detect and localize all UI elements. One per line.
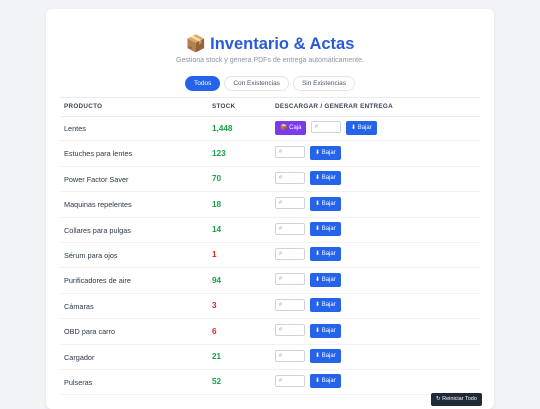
page-subtitle: Gestiona stock y genera PDFs de entrega … [176,57,364,64]
bajar-button[interactable]: ⬇ Bajar [310,298,341,313]
quantity-input[interactable]: # [275,374,305,387]
bajar-button[interactable]: ⬇ Bajar [310,349,341,364]
table-row: Collares para pulgas 14 # ⬇ Bajar [60,218,480,243]
bajar-button[interactable]: ⬇ Bajar [310,323,341,338]
filter-todos[interactable]: Todos [184,76,221,91]
bajar-button[interactable]: ⬇ Bajar [310,196,341,211]
table-row: Estuches para lentes 123 # ⬇ Bajar [60,141,480,167]
stock-value: 18 [212,199,222,209]
table-body: Lentes 1,448 📦 Caja # ⬇ Bajar Estuches para l… [60,116,480,396]
product-name: Purificadores de aire [64,276,131,286]
page-title: 📦 Inventario & Actas [46,35,494,54]
table-row: OBD para carro 6 # ⬇ Bajar [60,319,480,345]
table-header: PRODUCTO STOCK DESCARGAR / GENERAR ENTRE… [60,97,480,117]
table-row: Lentes 1,448 📦 Caja # ⬇ Bajar [60,116,480,142]
column-producto: PRODUCTO [64,103,103,110]
stock-value: 14 [212,225,222,235]
table-row: Pulseras 52 # ⬇ Bajar [60,370,480,396]
product-name: Estuches para lentes [64,149,133,159]
bajar-button[interactable]: ⬇ Bajar [310,374,341,389]
product-name: Sérum para ojos [64,250,118,260]
stock-value: 1,448 [212,123,233,133]
filter-con-existencias[interactable]: Con Existencias [224,76,289,91]
table-row: Sérum para ojos 1 # ⬇ Bajar [60,243,480,269]
quantity-input[interactable]: # [275,324,305,337]
stock-value: 123 [212,148,226,158]
product-name: Cámaras [64,301,94,311]
bajar-button[interactable]: ⬇ Bajar [310,171,341,186]
stock-value: 3 [212,301,217,311]
quantity-input[interactable]: # [275,171,305,184]
stock-value: 52 [212,377,222,387]
product-name: OBD para carro [64,327,116,337]
quantity-input[interactable]: # [275,247,305,260]
quantity-input[interactable]: # [275,298,305,311]
quantity-input[interactable]: # [275,273,305,286]
quantity-input[interactable]: # [275,146,305,159]
product-name: Power Factor Saver [64,174,129,184]
quantity-input[interactable]: # [275,349,305,362]
table-row: Cámaras 3 # ⬇ Bajar [60,294,480,320]
column-descargar: DESCARGAR / GENERAR ENTREGA [275,103,393,110]
product-name: Collares para pulgas [64,225,131,235]
bajar-button[interactable]: ⬇ Bajar [310,222,341,237]
stock-value: 70 [212,174,222,184]
bajar-button[interactable]: ⬇ Bajar [310,247,341,262]
product-name: Lentes [64,124,86,133]
product-name: Pulseras [64,377,93,387]
package-icon: 📦 [185,35,207,53]
page-title-text: Inventario & Actas [210,35,355,53]
table-row: Maquinas repelentes 18 # ⬇ Bajar [60,192,480,218]
table-row: Power Factor Saver 70 # ⬇ Bajar [60,167,480,193]
quantity-input[interactable]: # [311,121,341,133]
table-row: Cargador 21 # ⬇ Bajar [60,345,480,370]
stock-value: 1 [212,250,217,260]
filter-sin-existencias[interactable]: Sin Existencias [292,76,356,91]
table-row: Purificadores de aire 94 # ⬇ Bajar [60,268,480,294]
bajar-button[interactable]: ⬇ Bajar [346,120,377,135]
stock-value: 21 [212,352,222,362]
caja-button[interactable]: 📦 Caja [275,120,307,135]
filter-tabs: Todos Con Existencias Sin Existencias [46,76,494,91]
product-name: Cargador [64,352,95,362]
bajar-button[interactable]: ⬇ Bajar [310,272,341,287]
product-name: Maquinas repelentes [64,200,132,210]
stock-value: 6 [212,326,217,336]
quantity-input[interactable]: # [275,197,305,210]
column-stock: STOCK [212,103,236,110]
reset-all-button[interactable]: ↻ Reiniciar Todo [431,393,482,406]
stock-value: 94 [212,275,222,285]
bajar-button[interactable]: ⬇ Bajar [310,145,341,160]
quantity-input[interactable]: # [275,222,305,235]
